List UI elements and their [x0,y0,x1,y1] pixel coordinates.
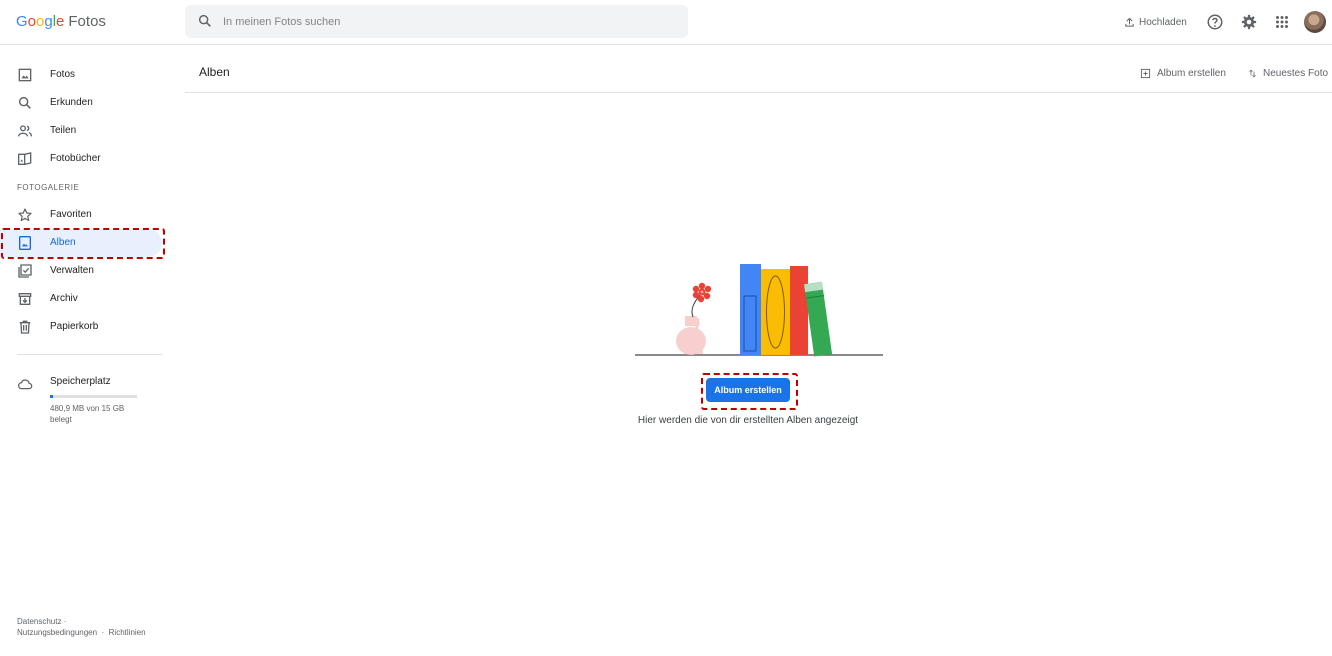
help-icon[interactable] [1206,13,1224,31]
sidebar-item-label: Archiv [50,293,78,304]
trash-icon [19,320,31,334]
cloud-icon [18,379,33,390]
sidebar-item-label: Fotos [50,69,76,80]
search-input[interactable] [223,5,663,38]
search-icon[interactable] [197,13,213,29]
empty-state-create-album-button[interactable]: Album erstellen [706,378,790,402]
sort-button[interactable]: Neuestes Foto [1248,66,1328,80]
sort-icon [1249,69,1256,77]
sidebar-item-papierkorb[interactable]: Papierkorb [0,313,162,341]
storage-usage-bar [50,395,137,398]
section-label-fotogalerie: FOTOGALERIE [17,183,80,192]
storage-title[interactable]: Speicherplatz [50,376,111,387]
upload-icon [1125,17,1134,27]
empty-state-text: Hier werden die von dir erstellten Alben… [637,415,859,426]
sidebar: Fotos Erkunden Teilen Fotobücher FOTOGAL… [0,45,170,656]
archive-icon [18,293,32,305]
sidebar-item-fotos[interactable]: Fotos [0,61,162,89]
photo-icon [18,68,32,82]
top-bar: GoogleFotos Hochladen [0,0,1332,45]
privacy-link[interactable]: Datenschutz [17,617,61,626]
product-name: Fotos [68,13,106,30]
terms-link[interactable]: Nutzungsbedingungen [17,628,97,637]
sidebar-item-teilen[interactable]: Teilen [0,117,162,145]
sidebar-item-alben[interactable]: Alben [0,229,162,257]
apps-icon[interactable] [1273,13,1291,31]
empty-albums-illustration [635,264,883,357]
photobook-icon [18,152,32,165]
sidebar-divider [17,354,162,355]
sidebar-item-label: Teilen [50,125,77,136]
people-icon [18,125,32,137]
create-album-label: Album erstellen [1157,67,1226,79]
manage-icon [18,264,32,278]
sidebar-item-erkunden[interactable]: Erkunden [0,89,162,117]
sidebar-item-label: Fotobücher [50,153,101,164]
google-photos-logo[interactable]: Google Fotos [16,13,106,31]
search-bar [185,5,688,38]
sort-label: Neuestes Foto [1263,67,1329,79]
sidebar-item-label: Erkunden [50,97,93,108]
sidebar-item-verwalten[interactable]: Verwalten [0,257,162,285]
add-box-icon [1140,68,1151,78]
sidebar-item-label: Verwalten [50,265,94,276]
page-title: Alben [199,65,230,79]
star-icon [18,208,32,222]
sidebar-item-favoriten[interactable]: Favoriten [0,201,162,229]
settings-icon[interactable] [1240,13,1258,31]
search-icon [18,96,31,109]
sidebar-item-fotobuecher[interactable]: Fotobücher [0,145,162,173]
sidebar-item-label: Favoriten [50,209,92,220]
footer-links: Datenschutz · Nutzungsbedingungen · Rich… [17,617,146,637]
policies-link[interactable]: Richtlinien [109,628,146,637]
album-icon [19,236,31,250]
storage-usage-text: 480,9 MB von 15 GB belegt [50,404,125,424]
account-avatar[interactable] [1304,11,1326,33]
main-divider [185,92,1332,93]
sidebar-item-label: Papierkorb [50,321,99,332]
upload-button[interactable]: Hochladen [1124,14,1187,30]
upload-label: Hochladen [1139,16,1187,28]
sidebar-item-label: Alben [50,237,76,248]
create-album-button[interactable]: Album erstellen [1140,66,1226,80]
storage-usage-fill [50,395,53,398]
sidebar-item-archiv[interactable]: Archiv [0,285,162,313]
